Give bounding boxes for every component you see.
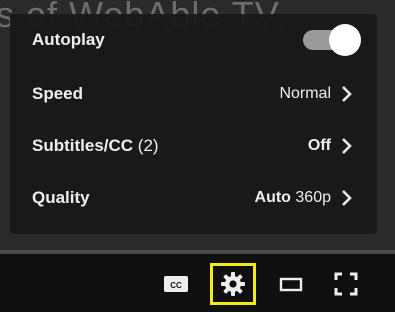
cc-icon: CC bbox=[164, 276, 188, 292]
autoplay-toggle[interactable] bbox=[303, 24, 361, 56]
chevron-right-icon bbox=[342, 138, 352, 154]
video-area[interactable]: s of WebAble TV. Autoplay Speed Normal S… bbox=[0, 0, 395, 250]
subtitles-label: Subtitles/CC (2) bbox=[32, 136, 159, 155]
fullscreen-icon bbox=[334, 272, 358, 296]
theater-mode-icon bbox=[279, 277, 303, 292]
autoplay-label: Autoplay bbox=[32, 30, 105, 49]
fullscreen-button[interactable] bbox=[326, 266, 366, 302]
menu-item-quality[interactable]: Quality Auto 360p bbox=[10, 172, 377, 224]
svg-text:CC: CC bbox=[170, 281, 182, 290]
subtitles-value: Off bbox=[307, 137, 331, 154]
menu-item-speed[interactable]: Speed Normal bbox=[10, 68, 377, 120]
chevron-right-icon bbox=[342, 86, 352, 102]
toggle-knob bbox=[329, 24, 361, 56]
menu-item-subtitles[interactable]: Subtitles/CC (2) Off bbox=[10, 120, 377, 172]
subtitles-button[interactable]: CC bbox=[156, 266, 196, 302]
gear-icon bbox=[221, 272, 245, 296]
quality-label: Quality bbox=[32, 188, 90, 207]
subtitles-count: (2) bbox=[137, 136, 159, 155]
settings-menu: Autoplay Speed Normal Subtitles/CC (2) O… bbox=[10, 14, 377, 234]
speed-label: Speed bbox=[32, 84, 84, 103]
chevron-right-icon bbox=[342, 190, 352, 206]
player-controls: CC bbox=[0, 254, 395, 312]
settings-button[interactable] bbox=[210, 263, 256, 305]
theater-mode-button[interactable] bbox=[271, 266, 311, 302]
menu-item-autoplay[interactable]: Autoplay bbox=[10, 14, 377, 66]
speed-value: Normal bbox=[279, 85, 331, 102]
quality-value: Auto 360p bbox=[254, 189, 331, 206]
